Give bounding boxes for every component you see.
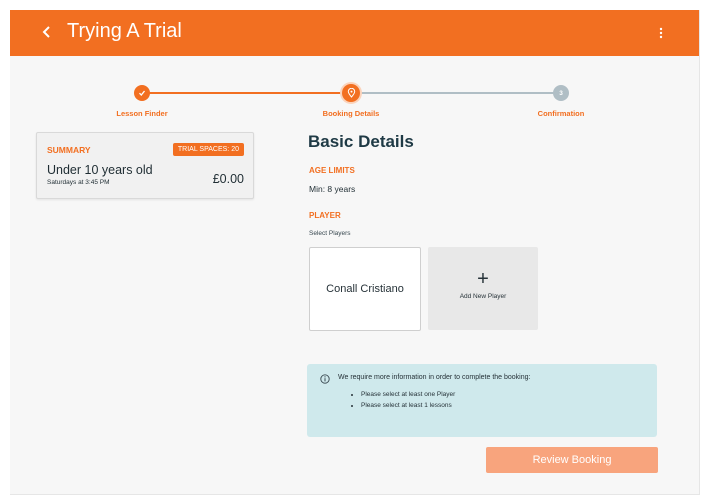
add-new-player-button[interactable]: + Add New Player — [428, 247, 538, 330]
plus-icon: + — [477, 268, 489, 290]
lesson-price: £0.00 — [212, 172, 244, 186]
requirement-item: Please select at least one Player — [361, 389, 455, 400]
add-new-player-label: Add New Player — [459, 293, 507, 300]
lesson-schedule: Saturdays at 3:45 PM — [47, 179, 110, 186]
page-title: Trying A Trial — [67, 20, 182, 42]
summary-heading: SUMMARY — [47, 145, 91, 155]
location-pin-icon — [347, 88, 355, 98]
info-icon — [320, 374, 330, 384]
requirement-item: Please select at least 1 lessons — [361, 400, 455, 411]
chevron-left-icon — [42, 26, 50, 38]
back-button[interactable] — [37, 21, 57, 43]
info-requirements-list: Please select at least one Player Please… — [351, 389, 455, 411]
overflow-menu-button[interactable] — [656, 23, 666, 43]
age-limit-value: Min: 8 years — [309, 184, 356, 194]
step-1-indicator[interactable] — [134, 85, 150, 101]
age-limits-heading: AGE LIMITS — [309, 166, 355, 175]
summary-card: SUMMARY TRIAL SPACES: 20 Under 10 years … — [36, 132, 254, 199]
app-bar: Trying A Trial — [10, 10, 699, 56]
lesson-name: Under 10 years old — [47, 163, 153, 177]
step-3-label: Confirmation — [537, 109, 585, 118]
app-frame: Trying A Trial 3 Lesson Finder Booking D… — [10, 10, 700, 495]
info-notice: We require more information in order to … — [307, 364, 657, 437]
stepper-line-upcoming — [359, 92, 554, 94]
review-booking-button[interactable]: Review Booking — [486, 447, 658, 473]
step-2-label: Booking Details — [322, 109, 380, 118]
stepper-line-completed — [147, 92, 343, 94]
player-name: Conall Cristiano — [326, 283, 404, 295]
step-3-number: 3 — [559, 89, 563, 97]
check-icon — [139, 90, 146, 96]
more-vertical-icon — [659, 27, 663, 39]
player-heading: PLAYER — [309, 211, 341, 220]
player-card[interactable]: Conall Cristiano — [309, 247, 421, 331]
step-3-indicator[interactable]: 3 — [553, 85, 569, 101]
info-message: We require more information in order to … — [338, 374, 531, 381]
section-title: Basic Details — [308, 132, 414, 151]
select-players-hint: Select Players — [309, 230, 351, 237]
trial-spaces-badge: TRIAL SPACES: 20 — [172, 143, 244, 156]
step-1-label: Lesson Finder — [116, 109, 168, 118]
step-2-indicator[interactable] — [342, 84, 360, 102]
